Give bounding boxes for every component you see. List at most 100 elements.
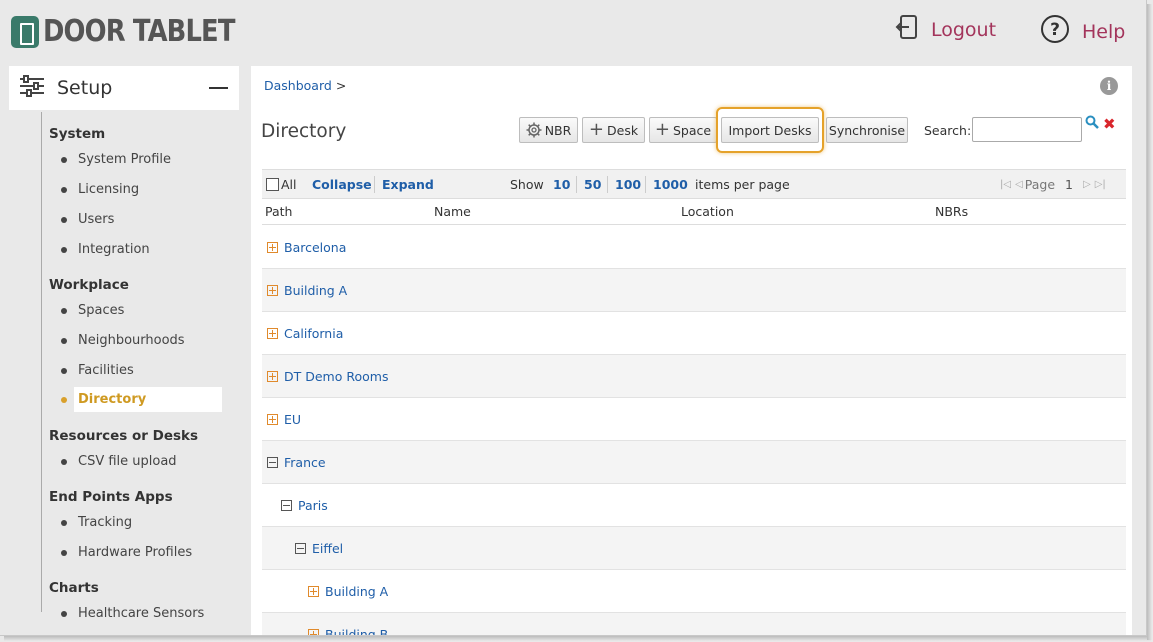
page-size-100[interactable]: 100 <box>615 177 641 192</box>
setup-menu-toggle[interactable]: Setup <box>9 66 239 110</box>
page-size-10[interactable]: 10 <box>553 177 570 192</box>
expand-icon[interactable] <box>308 585 319 597</box>
sidebar-item-tracking[interactable]: Tracking <box>61 515 132 530</box>
header-divider <box>262 224 1126 225</box>
row-path-link[interactable]: France <box>284 455 326 470</box>
first-page-icon[interactable]: |◁ <box>1000 179 1011 190</box>
divider <box>576 176 577 193</box>
collapse-icon[interactable] <box>209 87 228 89</box>
expand-link[interactable]: Expand <box>382 177 434 192</box>
table-row[interactable]: Building B <box>262 613 1126 636</box>
row-path-link[interactable]: Eiffel <box>312 541 343 556</box>
sidebar-item-users[interactable]: Users <box>61 212 114 227</box>
expand-icon[interactable] <box>267 327 278 339</box>
bullet-icon <box>61 156 67 163</box>
row-path-link[interactable]: Building A <box>325 584 388 599</box>
search-input[interactable] <box>972 117 1082 142</box>
divider <box>374 176 375 193</box>
sidebar-section-workplace: Workplace <box>49 277 129 293</box>
row-path-link[interactable]: DT Demo Rooms <box>284 369 388 384</box>
sidebar-item-licensing[interactable]: Licensing <box>61 182 139 197</box>
help-label: Help <box>1082 20 1126 43</box>
items-per-page-label: items per page <box>695 177 790 192</box>
window-shadow <box>1147 4 1152 640</box>
sidebar-section-resources: Resources or Desks <box>49 428 199 444</box>
row-path-link[interactable]: Barcelona <box>284 240 346 255</box>
column-header-location[interactable]: Location <box>681 204 734 219</box>
table-row[interactable]: California <box>262 312 1126 355</box>
expand-icon[interactable] <box>308 628 319 635</box>
synchronise-button[interactable]: Synchronise <box>826 117 908 143</box>
select-all-label: All <box>281 177 297 192</box>
row-path-link[interactable]: EU <box>284 412 301 427</box>
sidebar-item-integration[interactable]: Integration <box>61 242 150 257</box>
nbr-button[interactable]: NBR <box>519 117 578 143</box>
bullet-icon <box>61 216 67 223</box>
clear-search-icon[interactable]: ✖ <box>1103 115 1116 133</box>
table-row[interactable]: DT Demo Rooms <box>262 355 1126 398</box>
bullet-icon <box>61 246 67 253</box>
table-row[interactable]: Barcelona <box>262 226 1126 269</box>
bullet-icon <box>61 186 67 193</box>
collapse-icon[interactable] <box>295 542 306 554</box>
plus-icon: + <box>654 119 670 140</box>
row-path-link[interactable]: Building B <box>325 627 388 636</box>
bullet-icon <box>61 367 67 374</box>
expand-icon[interactable] <box>267 241 278 253</box>
table-row[interactable]: EU <box>262 398 1126 441</box>
sidebar-item-system-profile[interactable]: System Profile <box>61 152 171 167</box>
sidebar-item-facilities[interactable]: Facilities <box>61 363 134 378</box>
prev-page-icon[interactable]: ◁ <box>1015 179 1023 190</box>
add-space-button[interactable]: + Space <box>649 117 717 143</box>
breadcrumb-dashboard[interactable]: Dashboard <box>264 78 332 93</box>
sidebar-item-csv-upload[interactable]: CSV file upload <box>61 454 177 469</box>
table-row[interactable]: Paris <box>262 484 1126 527</box>
sidebar-section-system: System <box>49 126 106 142</box>
sidebar-item-hardware-profiles[interactable]: Hardware Profiles <box>61 545 192 560</box>
show-label: Show <box>510 177 544 192</box>
bullet-icon <box>61 519 67 526</box>
column-header-path[interactable]: Path <box>265 204 292 219</box>
page-title: Directory <box>261 121 347 142</box>
table-row[interactable]: France <box>262 441 1126 484</box>
row-path-link[interactable]: Building A <box>284 283 347 298</box>
help-link[interactable]: ? Help <box>1040 14 1125 49</box>
table-row[interactable]: Eiffel <box>262 527 1126 570</box>
breadcrumb: Dashboard > <box>264 78 346 93</box>
collapse-link[interactable]: Collapse <box>312 177 372 192</box>
last-page-icon[interactable]: ▷| <box>1095 179 1106 190</box>
page-size-50[interactable]: 50 <box>584 177 601 192</box>
logout-link[interactable]: Logout <box>895 14 996 45</box>
info-icon[interactable]: i <box>1100 77 1118 95</box>
sidebar-item-spaces[interactable]: Spaces <box>61 303 124 318</box>
tablet-icon <box>11 15 39 48</box>
expand-icon[interactable] <box>267 370 278 382</box>
sidebar-item-neighbourhoods[interactable]: Neighbourhoods <box>61 333 185 348</box>
sidebar-item-healthcare-sensors[interactable]: Healthcare Sensors <box>61 606 204 621</box>
page-size-1000[interactable]: 1000 <box>653 177 688 192</box>
add-desk-button[interactable]: + Desk <box>582 117 645 143</box>
table-row[interactable]: Building A <box>262 269 1126 312</box>
plus-icon: + <box>588 119 605 140</box>
search-icon[interactable] <box>1085 115 1099 133</box>
collapse-icon[interactable] <box>281 499 292 511</box>
table-row[interactable]: Building A <box>262 570 1126 613</box>
bullet-icon <box>61 337 67 344</box>
expand-icon[interactable] <box>267 284 278 296</box>
page-number: 1 <box>1065 177 1073 192</box>
column-header-name[interactable]: Name <box>434 204 471 219</box>
sidebar-item-directory[interactable]: Directory <box>61 387 222 412</box>
expand-icon[interactable] <box>267 413 278 425</box>
main-panel: Dashboard > i Directory NBR + Desk + Space… <box>251 66 1132 636</box>
collapse-icon[interactable] <box>267 456 278 468</box>
row-path-link[interactable]: Paris <box>298 498 328 513</box>
gear-icon <box>526 122 542 138</box>
breadcrumb-separator: > <box>335 78 347 93</box>
row-path-link[interactable]: California <box>284 326 343 341</box>
setup-label: Setup <box>57 77 113 99</box>
divider <box>645 176 646 193</box>
import-desks-highlight <box>716 107 824 153</box>
next-page-icon[interactable]: ▷ <box>1083 179 1091 190</box>
column-header-nbrs[interactable]: NBRs <box>935 204 968 219</box>
select-all-checkbox[interactable] <box>266 178 279 191</box>
